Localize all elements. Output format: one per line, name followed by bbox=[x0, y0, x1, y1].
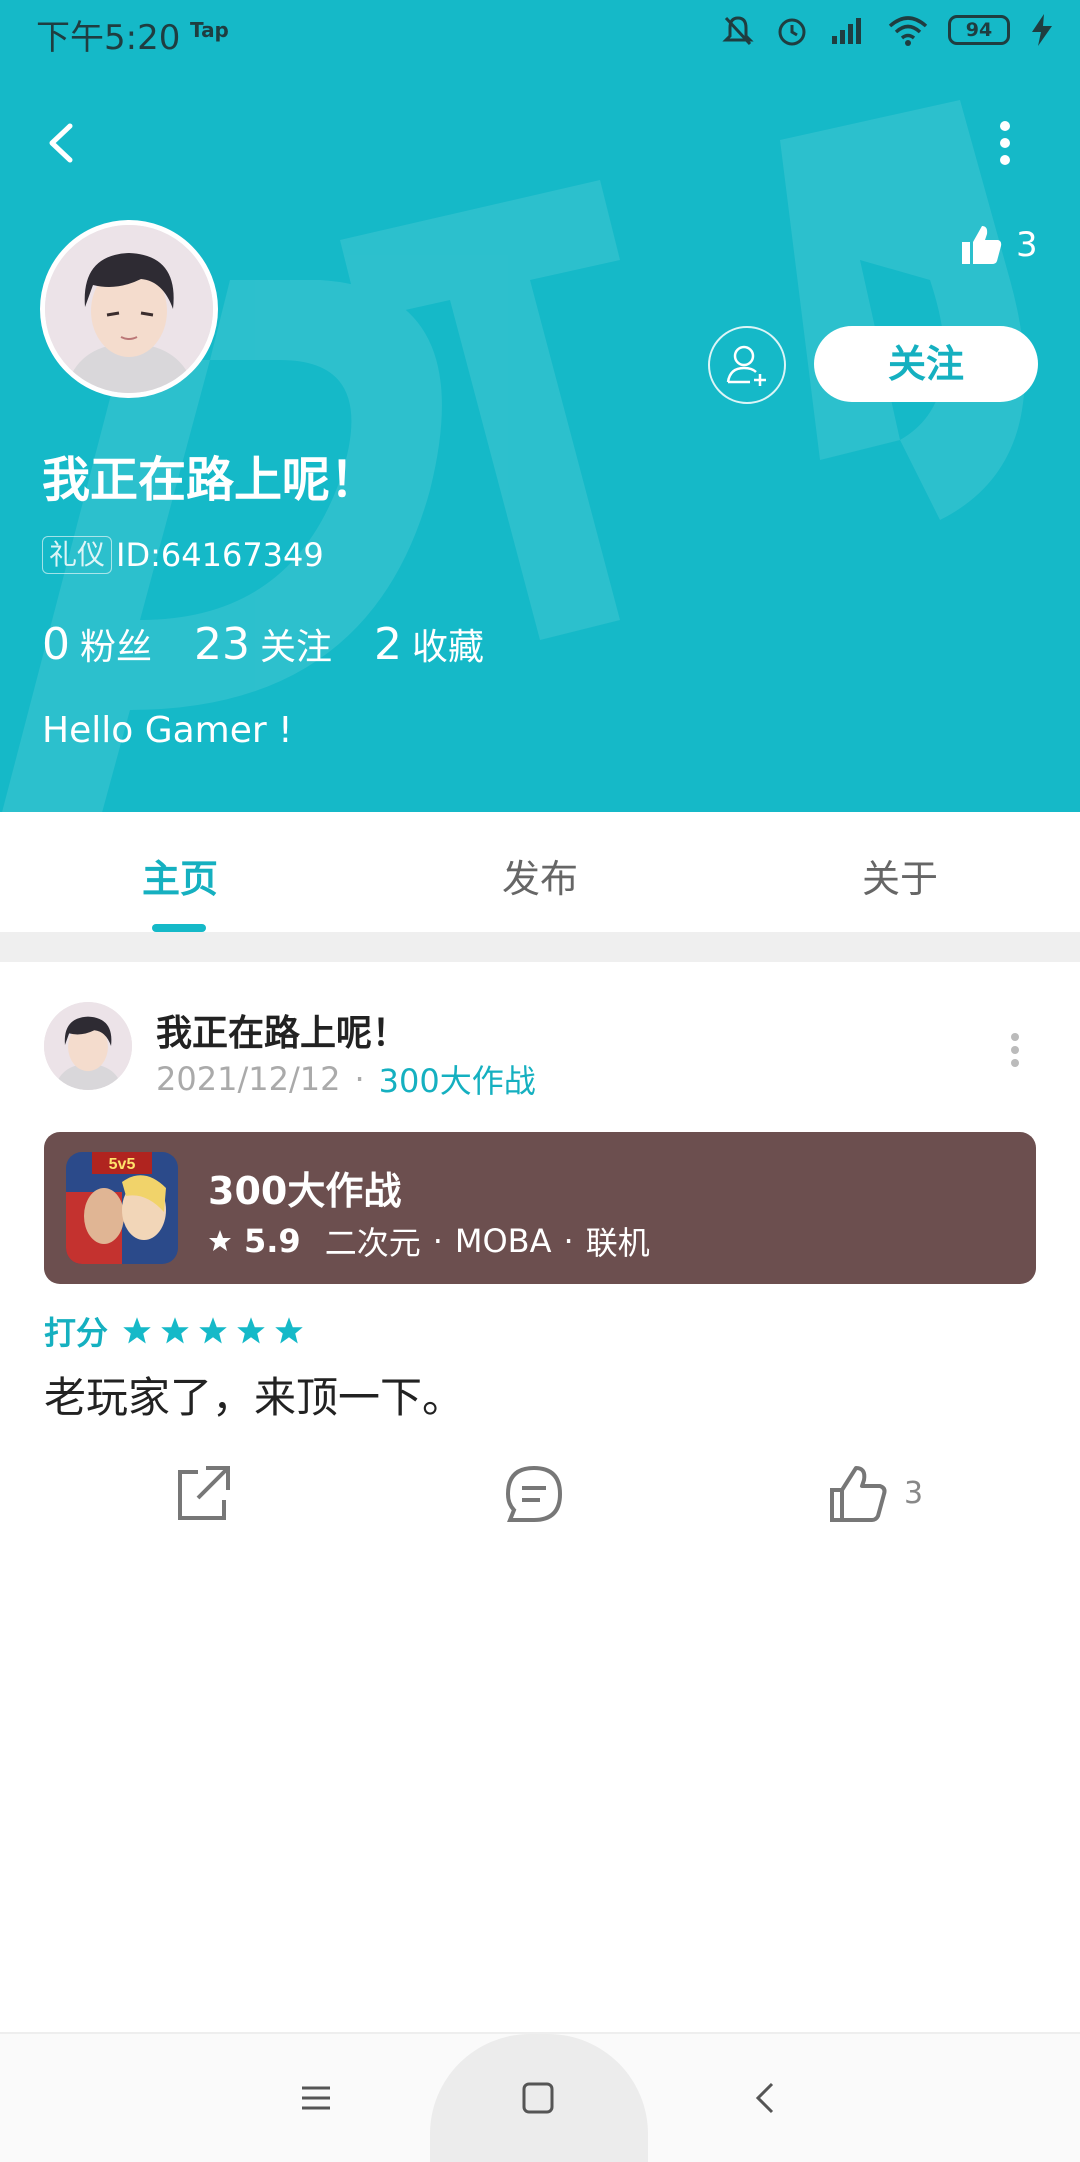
post-like-count: 3 bbox=[904, 1476, 924, 1511]
rating-star-icon bbox=[199, 1317, 227, 1344]
status-time: 下午5:20 bbox=[36, 18, 181, 58]
profile-avatar[interactable] bbox=[40, 220, 218, 398]
profile-likes[interactable]: 3 bbox=[958, 222, 1038, 268]
star-icon bbox=[209, 1230, 231, 1251]
add-friend-button[interactable] bbox=[708, 326, 786, 404]
comment-icon[interactable] bbox=[502, 1462, 566, 1526]
game-card[interactable]: 5v5 300大作战 5.9 二次元 · MOBA · 联机 bbox=[44, 1132, 1036, 1284]
following-label[interactable]: 关注 bbox=[260, 618, 332, 670]
game-icon-label: 5v5 bbox=[109, 1156, 136, 1173]
post-more-icon[interactable] bbox=[1000, 1030, 1030, 1070]
avatar-illustration bbox=[44, 1002, 132, 1090]
rating-star-icon bbox=[275, 1317, 303, 1344]
battery-icon: 94 bbox=[948, 15, 1010, 45]
post-author-avatar[interactable] bbox=[44, 1002, 132, 1090]
post-author-name[interactable]: 我正在路上呢！ bbox=[156, 1004, 408, 1056]
nav-back-icon[interactable] bbox=[748, 2080, 784, 2116]
section-divider bbox=[0, 932, 1080, 962]
rating-star-icon bbox=[123, 1317, 151, 1344]
charging-icon bbox=[1032, 14, 1052, 46]
profile-bio: Hello Gamer ! bbox=[42, 710, 293, 751]
back-icon[interactable] bbox=[38, 112, 88, 174]
add-user-icon bbox=[726, 345, 766, 386]
score-row: 打分 bbox=[44, 1308, 304, 1354]
profile-id-row: 礼仪 ID:64167349 bbox=[42, 536, 324, 574]
profile-like-count: 3 bbox=[1016, 225, 1038, 265]
post-game-link[interactable]: 300大作战 bbox=[379, 1056, 536, 1102]
home-icon[interactable] bbox=[520, 2080, 556, 2116]
thumbs-up-icon bbox=[962, 226, 1002, 264]
game-tag: 二次元 bbox=[324, 1224, 421, 1262]
favorites-count[interactable]: 2 bbox=[374, 619, 402, 670]
status-app-tag: Tap bbox=[190, 18, 229, 42]
tab-posts[interactable]: 发布 bbox=[502, 848, 578, 903]
post-actions: 3 bbox=[0, 1462, 1080, 1526]
etiquette-badge[interactable]: 礼仪 bbox=[42, 536, 113, 574]
system-nav-bar bbox=[0, 2032, 1080, 2162]
review-text: 老玩家了，来顶一下。 bbox=[44, 1373, 465, 1422]
tab-home[interactable]: 主页 bbox=[142, 848, 218, 903]
tag-separator: · bbox=[432, 1222, 443, 1260]
tap-watermark bbox=[2, 100, 1025, 812]
tab-about[interactable]: 关于 bbox=[862, 848, 938, 903]
alarm-icon bbox=[778, 18, 806, 46]
followers-count[interactable]: 0 bbox=[42, 619, 70, 670]
post-date: 2021/12/12 bbox=[156, 1060, 341, 1098]
more-vertical-icon[interactable] bbox=[990, 112, 1020, 174]
wifi-icon bbox=[888, 16, 928, 46]
game-icon: 5v5 bbox=[66, 1152, 178, 1264]
active-tab-indicator bbox=[152, 924, 206, 932]
profile-nickname: 我正在路上呢！ bbox=[42, 452, 379, 508]
thumbs-up-icon[interactable] bbox=[826, 1462, 890, 1526]
game-tag: MOBA bbox=[454, 1222, 552, 1260]
post-meta: 2021/12/12 · 300大作战 bbox=[156, 1056, 536, 1102]
rating-star-icon bbox=[237, 1317, 265, 1344]
tag-separator: · bbox=[563, 1222, 574, 1260]
status-bar: 下午5:20 Tap 94 bbox=[0, 0, 1080, 64]
followers-label[interactable]: 粉丝 bbox=[80, 618, 152, 670]
favorites-label[interactable]: 收藏 bbox=[412, 618, 484, 670]
follow-button[interactable]: 关注 bbox=[814, 326, 1038, 402]
share-icon[interactable] bbox=[170, 1462, 234, 1526]
signal-icon bbox=[832, 18, 861, 44]
game-card-name: 300大作战 bbox=[208, 1169, 402, 1213]
menu-icon[interactable] bbox=[298, 2080, 334, 2116]
profile-header: 下午5:20 Tap 94 3 关注 我正在路上呢！ 礼仪 ID:6416734… bbox=[0, 0, 1080, 812]
game-tag: 联机 bbox=[585, 1224, 650, 1262]
profile-id: ID:64167349 bbox=[116, 536, 324, 574]
meta-separator: · bbox=[354, 1060, 365, 1098]
following-count[interactable]: 23 bbox=[194, 619, 250, 670]
profile-stats: 0 粉丝 23 关注 2 收藏 bbox=[42, 618, 526, 670]
profile-tabs: 主页 发布 关于 bbox=[0, 812, 1080, 932]
avatar-illustration bbox=[45, 225, 213, 393]
rating-star-icon bbox=[161, 1317, 189, 1344]
score-label: 打分 bbox=[44, 1314, 109, 1352]
game-card-info: 5.9 二次元 · MOBA · 联机 bbox=[208, 1218, 650, 1264]
game-rating: 5.9 bbox=[244, 1222, 301, 1260]
mute-icon bbox=[722, 16, 754, 46]
